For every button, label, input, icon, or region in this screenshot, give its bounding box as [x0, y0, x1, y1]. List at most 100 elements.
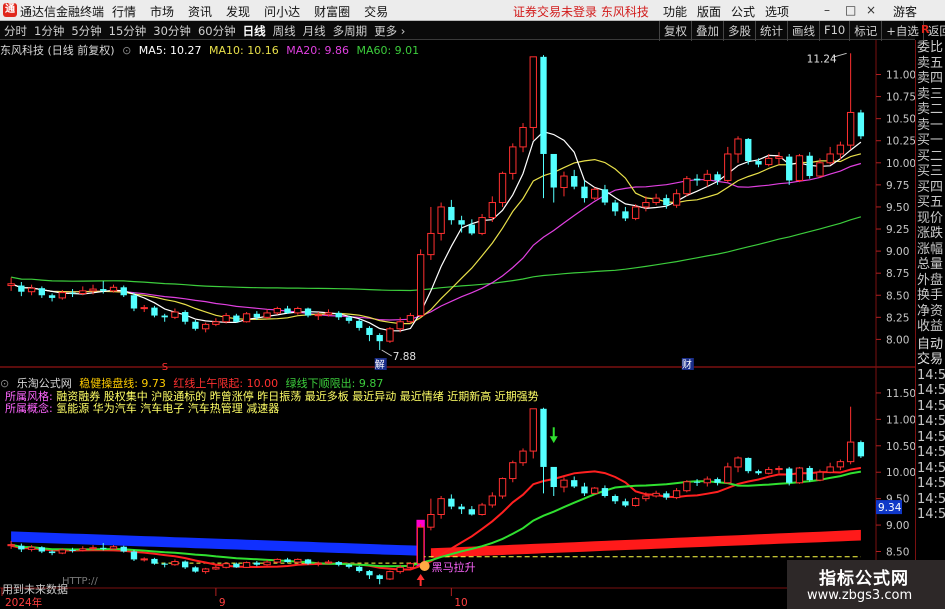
period-tab-5[interactable]: 60分钟: [198, 23, 236, 39]
quote-item[interactable]: 14:56: [916, 399, 945, 415]
maximize-icon[interactable]: □: [845, 3, 856, 17]
settings-icon[interactable]: ⊙: [122, 44, 131, 57]
tool-button-6[interactable]: 标记: [849, 21, 881, 41]
gear-icon[interactable]: ⊙: [0, 377, 9, 390]
quote-item[interactable]: 净资: [916, 304, 945, 320]
formula-name[interactable]: 乐淘公式网: [17, 377, 72, 390]
sub-candle-up: [27, 546, 36, 550]
tool-button-1[interactable]: 叠加: [691, 21, 723, 41]
app-title: 通达信金融终端: [20, 5, 105, 19]
guest-login[interactable]: 游客: [893, 3, 917, 20]
period-tab-0[interactable]: 分时: [4, 23, 27, 39]
quote-item[interactable]: 卖二: [916, 102, 945, 118]
sell-arrow-head: [549, 436, 558, 444]
close-icon[interactable]: ×: [866, 3, 876, 17]
quote-item[interactable]: 卖四: [916, 71, 945, 87]
menu-trade[interactable]: 交易: [364, 3, 388, 20]
chart-area[interactable]: 11.00 10.75 10.50 10.25 10.00 9.75 9.50 9.25 9.0…: [0, 40, 915, 609]
quote-item[interactable]: 卖五: [916, 56, 945, 72]
main-candle-up: [242, 313, 251, 323]
menu-formula[interactable]: 公式: [731, 3, 755, 20]
quote-item[interactable]: 14:56: [916, 476, 945, 492]
sub-y-tick-label: 10.00: [886, 467, 915, 479]
quote-item[interactable]: 14:56: [916, 383, 945, 399]
tool-button-7[interactable]: +自选: [881, 21, 923, 41]
main-candle-up: [7, 283, 15, 287]
period-tab-7[interactable]: 周线: [273, 23, 296, 39]
quote-item[interactable]: 14:56: [916, 507, 945, 523]
menu-options[interactable]: 选项: [765, 3, 789, 20]
quote-item[interactable]: 外盘: [916, 273, 945, 289]
quote-item[interactable]: 自动: [916, 337, 945, 353]
stock-label[interactable]: 东风科技 (日线 前复权): [0, 44, 115, 57]
sub-candle-up: [171, 561, 179, 566]
quote-item[interactable]: 14:56: [916, 368, 945, 384]
quote-item[interactable]: 买五: [916, 195, 945, 211]
sub-candle-down: [100, 547, 107, 549]
quote-item[interactable]: 14:56: [916, 461, 945, 477]
sub-y-tick-label: 8.50: [886, 547, 909, 559]
quote-panel: 委比 卖五 卖四 卖三 卖二 卖一 买一 买二 买三 买四 买五 现价 涨跌 涨幅 总量 外盘 换手 净资 收益自动…: [915, 40, 945, 609]
tool-button-5[interactable]: F10: [819, 21, 849, 41]
quote-item[interactable]: 卖三: [916, 87, 945, 103]
sub-candle-up: [816, 471, 824, 481]
quote-item[interactable]: 买二: [916, 149, 945, 165]
main-candle-up: [222, 315, 230, 323]
quote-item[interactable]: 14:56: [916, 414, 945, 430]
main-candle-down: [69, 292, 76, 294]
menu-news[interactable]: 资讯: [188, 3, 212, 20]
tool-button-4[interactable]: 画线: [787, 21, 819, 41]
sub-candle-down: [468, 509, 476, 515]
menu-ask[interactable]: 问小达: [264, 3, 300, 20]
period-tab-9[interactable]: 多周期: [333, 23, 368, 39]
menu-discover[interactable]: 发现: [226, 3, 250, 20]
main-candle-down: [663, 198, 670, 206]
menu-market[interactable]: 市场: [150, 3, 174, 20]
period-tab-10[interactable]: 更多 ›: [374, 23, 405, 39]
period-tab-6[interactable]: 日线: [243, 23, 266, 39]
tool-button-3[interactable]: 统计: [755, 21, 787, 41]
quote-item[interactable]: 买一: [916, 133, 945, 149]
period-tab-2[interactable]: 5分钟: [71, 23, 101, 39]
tool-button-0[interactable]: 复权: [659, 21, 691, 41]
y-tick-label: 10.25: [886, 136, 915, 148]
quote-item[interactable]: 总量: [916, 257, 945, 273]
quote-item[interactable]: 委比: [916, 40, 945, 56]
quote-item[interactable]: 换手: [916, 288, 945, 304]
menu-wealth[interactable]: 财富圈: [314, 3, 350, 20]
sub-candle-down: [233, 563, 240, 568]
quote-item[interactable]: 涨幅: [916, 242, 945, 258]
period-tab-4[interactable]: 30分钟: [153, 23, 191, 39]
sub-candle-down: [151, 558, 158, 564]
sub-candle-up: [416, 526, 425, 565]
menu-function[interactable]: 功能: [663, 3, 687, 20]
period-tab-1[interactable]: 1分钟: [34, 23, 64, 39]
quote-item[interactable]: 现价: [916, 211, 945, 227]
red-band: [430, 529, 861, 558]
quote-item[interactable]: 14:56: [916, 430, 945, 446]
quote-item[interactable]: 卖一: [916, 118, 945, 134]
sub-candle-down: [755, 471, 762, 474]
menu-layout[interactable]: 版面: [697, 3, 721, 20]
quote-item[interactable]: 14:56: [916, 445, 945, 461]
main-candle-down: [38, 288, 46, 296]
quote-item[interactable]: 涨跌: [916, 226, 945, 242]
sub-candle-down: [335, 562, 342, 565]
quote-item[interactable]: 收益: [916, 319, 945, 335]
minimize-icon[interactable]: –: [824, 3, 830, 17]
sub-candle-down: [181, 561, 189, 568]
menu-quotes[interactable]: 行情: [112, 3, 136, 20]
finance-marker: 财: [682, 358, 692, 371]
period-tab-3[interactable]: 15分钟: [109, 23, 147, 39]
sub-candle-down: [663, 493, 670, 498]
quote-item[interactable]: 买三: [916, 164, 945, 180]
sub-candle-up: [836, 461, 845, 468]
sub-candle-up: [642, 495, 650, 500]
quote-item[interactable]: 买四: [916, 180, 945, 196]
app-logo: 通: [3, 3, 17, 17]
login-warning[interactable]: 证券交易未登录 东风科技: [513, 3, 649, 20]
quote-item[interactable]: 14:56: [916, 492, 945, 508]
period-tab-8[interactable]: 月线: [303, 23, 326, 39]
quote-item[interactable]: 交易: [916, 352, 945, 368]
tool-button-2[interactable]: 多股: [723, 21, 755, 41]
